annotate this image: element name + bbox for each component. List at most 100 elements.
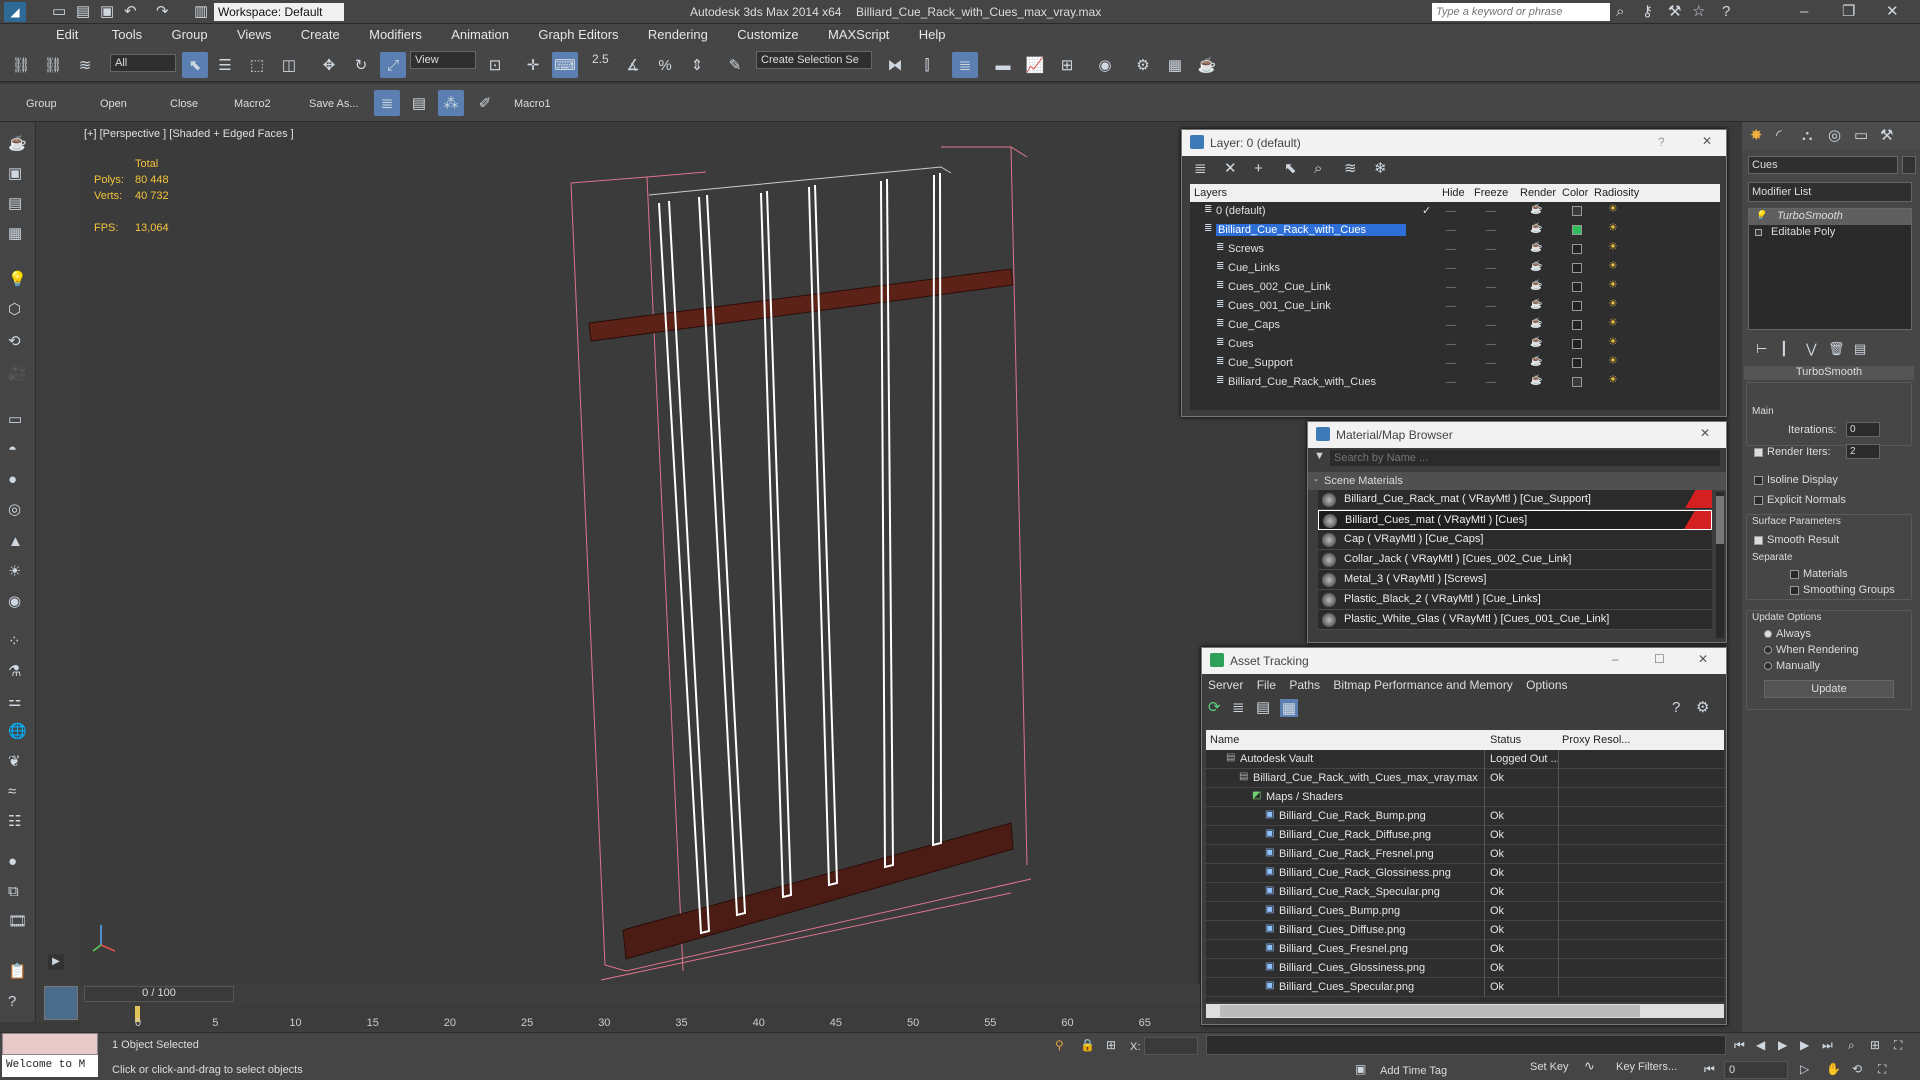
- pan-icon[interactable]: ✋: [1826, 1063, 1841, 1075]
- render-teapot-icon[interactable]: ☕: [1530, 243, 1542, 253]
- bone-icon[interactable]: ⚍: [8, 694, 21, 709]
- previous-frame-icon[interactable]: ◀: [1756, 1039, 1765, 1051]
- light-bulb-icon[interactable]: 💡: [1755, 211, 1766, 220]
- hierarchy-tab-icon[interactable]: ⛬: [1802, 128, 1813, 143]
- freeze-toggle[interactable]: —: [1486, 225, 1496, 236]
- key-filters-button[interactable]: Key Filters...: [1616, 1061, 1677, 1073]
- utilities-tab-icon[interactable]: ⚒: [1880, 128, 1893, 143]
- welcome-field[interactable]: Welcome to M: [2, 1055, 98, 1077]
- layer-manager-icon[interactable]: ≣: [952, 52, 978, 78]
- field-of-view-icon[interactable]: ▷: [1800, 1063, 1809, 1075]
- update-button[interactable]: Update: [1764, 680, 1894, 698]
- freeze-toggle[interactable]: —: [1486, 282, 1496, 293]
- freeze-toggle[interactable]: —: [1486, 339, 1496, 350]
- go-to-end-icon[interactable]: ⏭: [1822, 1039, 1833, 1051]
- freeze-toggle[interactable]: —: [1486, 244, 1496, 255]
- radiosity-icon[interactable]: ☀: [1608, 318, 1618, 329]
- ribbon-open-button[interactable]: Open: [100, 98, 127, 110]
- viewport-label[interactable]: [+] [Perspective ] [Shaded + Edged Faces…: [84, 128, 294, 140]
- select-object-icon[interactable]: ⬉: [182, 52, 208, 78]
- isoline-row[interactable]: Isoline Display: [1754, 474, 1838, 486]
- hide-toggle[interactable]: —: [1446, 244, 1456, 255]
- perspective-viewport[interactable]: [81, 125, 1201, 985]
- menu-create[interactable]: Create: [285, 24, 350, 42]
- modifier-list-dropdown[interactable]: Modifier List: [1748, 182, 1912, 202]
- show-end-result-icon[interactable]: ┃: [1780, 342, 1788, 355]
- freeze-toggle[interactable]: —: [1486, 301, 1496, 312]
- material-item[interactable]: Billiard_Cue_Rack_mat ( VRayMtl ) [Cue_S…: [1318, 490, 1712, 510]
- render-teapot-icon[interactable]: ☕: [1530, 319, 1542, 329]
- snap-toggle-value[interactable]: 2.5: [592, 52, 609, 66]
- key-mode-icon[interactable]: ∿: [1584, 1059, 1595, 1072]
- asset-row[interactable]: ▣ Billiard_Cue_Rack_Diffuse.png Ok: [1206, 826, 1724, 845]
- render-teapot-icon[interactable]: ☕: [1530, 281, 1542, 291]
- new-file-icon[interactable]: ▭: [52, 4, 66, 19]
- column-radiosity[interactable]: Radiosity: [1594, 187, 1639, 199]
- column-render[interactable]: Render: [1520, 187, 1556, 199]
- globe-icon[interactable]: 🌐: [8, 724, 27, 739]
- radiosity-icon[interactable]: ☀: [1608, 280, 1618, 291]
- select-in-layer-icon[interactable]: ⬉: [1284, 161, 1297, 176]
- play-icon[interactable]: ▶: [1778, 1039, 1787, 1051]
- highlight-layer-icon[interactable]: ⌕: [1314, 161, 1322, 176]
- menu-help[interactable]: Help: [903, 24, 956, 42]
- help-icon[interactable]: ?: [1672, 700, 1680, 715]
- column-proxy-resolution[interactable]: Proxy Resol...: [1562, 734, 1630, 746]
- orbit-icon[interactable]: ⟲: [1852, 1063, 1862, 1075]
- asset-horizontal-scrollbar[interactable]: [1206, 1004, 1724, 1018]
- pivot-center-icon[interactable]: ⊡: [482, 52, 508, 78]
- cloth-icon[interactable]: ☷: [8, 814, 21, 829]
- current-frame-field[interactable]: 0: [1724, 1061, 1788, 1079]
- filter-icon[interactable]: ▼: [1314, 451, 1325, 462]
- absolute-mode-icon[interactable]: ⊞: [1106, 1039, 1116, 1051]
- object-name-field[interactable]: Cues: [1748, 156, 1898, 174]
- hair-icon[interactable]: ≈: [8, 784, 16, 799]
- asset-menu-server[interactable]: Server: [1208, 678, 1243, 692]
- freeze-all-icon[interactable]: ❄: [1374, 161, 1387, 176]
- asset-row[interactable]: ▣ Billiard_Cues_Glossiness.png Ok: [1206, 959, 1724, 978]
- plane-icon[interactable]: ▭: [8, 412, 22, 427]
- hide-toggle[interactable]: —: [1446, 206, 1456, 217]
- freeze-toggle[interactable]: —: [1486, 263, 1496, 274]
- maximize-viewport-icon[interactable]: ⛶: [1878, 1063, 1886, 1075]
- light-bulb-icon[interactable]: 💡: [8, 272, 27, 287]
- when-rendering-row[interactable]: When Rendering: [1764, 644, 1859, 656]
- smooth-result-checkbox[interactable]: [1754, 535, 1763, 545]
- scene-materials-section[interactable]: - Scene Materials: [1308, 472, 1726, 490]
- render-iters-checkbox[interactable]: [1754, 447, 1763, 457]
- always-row[interactable]: Always: [1764, 628, 1811, 640]
- manually-radio[interactable]: [1764, 662, 1772, 671]
- column-status[interactable]: Status: [1490, 734, 1521, 746]
- menu-modifiers[interactable]: Modifiers: [353, 24, 432, 42]
- ribbon-group-button[interactable]: Group: [26, 98, 57, 110]
- script-listener-icon[interactable]: ▤: [8, 196, 22, 211]
- material-scrollbar-thumb[interactable]: [1716, 496, 1724, 544]
- asset-row[interactable]: ▣ Billiard_Cues_Specular.png Ok: [1206, 978, 1724, 997]
- layer-row[interactable]: ≣ Screws — — ☕ ☀: [1190, 240, 1720, 259]
- material-search-input[interactable]: [1330, 450, 1720, 466]
- radiosity-icon[interactable]: ☀: [1608, 375, 1618, 386]
- freeze-toggle[interactable]: —: [1486, 206, 1496, 217]
- asset-menu-file[interactable]: File: [1257, 678, 1276, 692]
- select-by-name-icon[interactable]: ☰: [212, 52, 238, 78]
- menu-edit[interactable]: Edit: [56, 24, 88, 42]
- menu-views[interactable]: Views: [221, 24, 281, 42]
- rotate-icon[interactable]: ↻: [348, 52, 374, 78]
- make-unique-icon[interactable]: ⋁: [1806, 342, 1817, 355]
- material-item[interactable]: Cap ( VRayMtl ) [Cue_Caps]: [1318, 530, 1712, 550]
- mirror-icon[interactable]: ⧓: [882, 52, 908, 78]
- selection-filter-dropdown[interactable]: All: [110, 54, 176, 72]
- keyboard-shortcut-override-icon[interactable]: ⌨: [552, 52, 578, 78]
- menu-animation[interactable]: Animation: [435, 24, 519, 42]
- always-radio[interactable]: [1764, 630, 1772, 639]
- expand-arrow-icon[interactable]: ▶: [48, 954, 64, 970]
- hide-toggle[interactable]: —: [1446, 301, 1456, 312]
- asset-scrollbar-thumb[interactable]: [1220, 1005, 1640, 1017]
- menu-maxscript[interactable]: MAXScript: [812, 24, 899, 42]
- layer-color-swatch[interactable]: [1572, 225, 1582, 235]
- go-start-icon[interactable]: ⏮: [1704, 1063, 1715, 1075]
- zoom-extents-icon[interactable]: ⛶: [1894, 1039, 1902, 1051]
- radiosity-icon[interactable]: ☀: [1608, 242, 1618, 253]
- close-icon[interactable]: ✕: [1702, 134, 1712, 148]
- hemisphere-icon[interactable]: ◓: [8, 442, 17, 457]
